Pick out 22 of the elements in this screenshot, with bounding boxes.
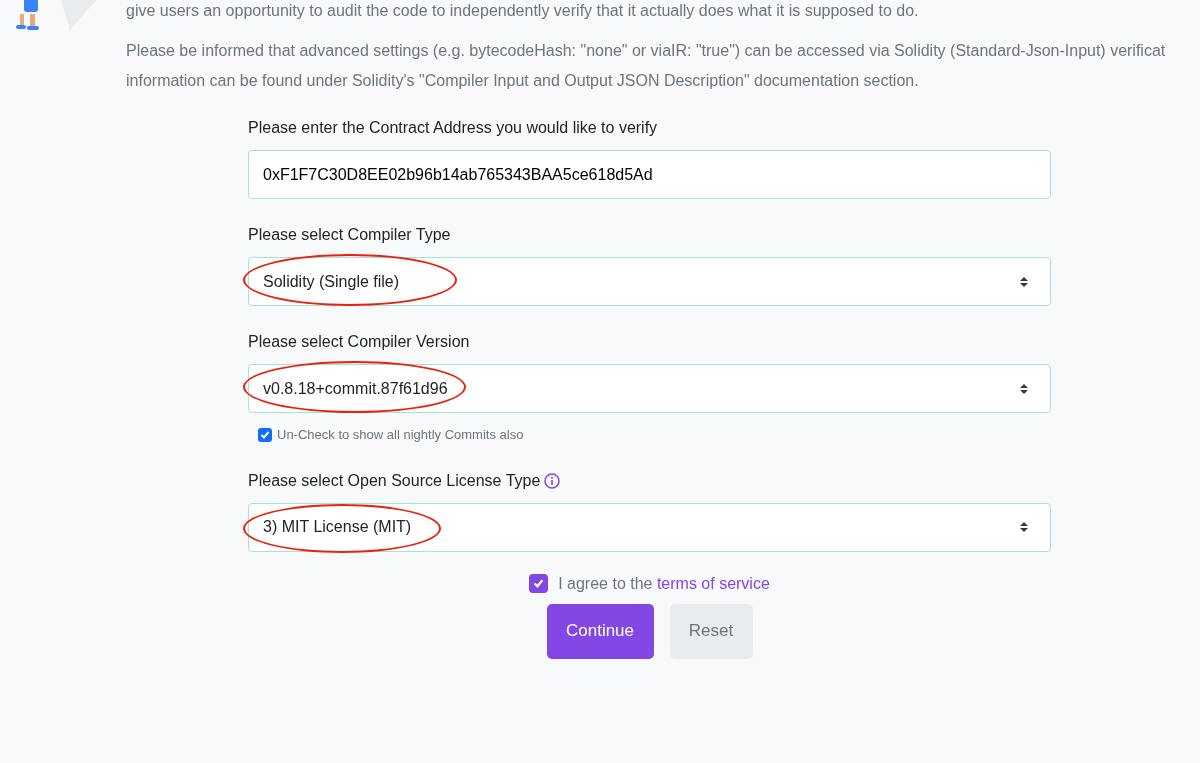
agree-text: I agree to the terms of service xyxy=(558,573,770,594)
sort-arrows-icon xyxy=(1019,382,1029,395)
field-label: Please select Compiler Type xyxy=(248,225,451,245)
reset-button[interactable]: Reset xyxy=(669,603,753,659)
sort-arrows-icon xyxy=(1019,275,1029,288)
address-field[interactable]: 0xF1F7C30D8EE02b96b14ab765343BAA5ce618d5Ad xyxy=(248,150,1051,199)
field-label: Please enter the Contract Address you would like to verify xyxy=(248,118,659,138)
field-label: Please select Compiler Version xyxy=(248,332,470,352)
check-icon xyxy=(260,429,270,440)
checkbox-label: Un-Check to show all nightly Commits also xyxy=(277,426,524,444)
checkbox[interactable] xyxy=(529,574,549,593)
sort-arrows-icon xyxy=(1019,521,1029,533)
check-icon xyxy=(533,578,545,589)
terms-link[interactable]: terms of service xyxy=(656,574,770,592)
intro-text: give users an opportunity to audit the code to independently verify that it actually does what it is supposed to do. xyxy=(126,1,920,21)
info-icon[interactable] xyxy=(544,472,561,489)
field-label: Please select Open Source License Type xyxy=(248,470,541,491)
checkbox[interactable] xyxy=(258,427,272,442)
person-illustration xyxy=(16,0,39,30)
continue-button[interactable]: Continue xyxy=(546,603,654,659)
intro-text: information can be found under Solidity's "Compiler Input and Output JSON Description" documentation section. xyxy=(126,71,920,91)
intro-text: Please be informed that advanced settings (e.g. bytecodeHash: "none" or viaIR: "true") can be accessed via Solidity (Standard-Json-Input) verificat xyxy=(126,41,1167,61)
